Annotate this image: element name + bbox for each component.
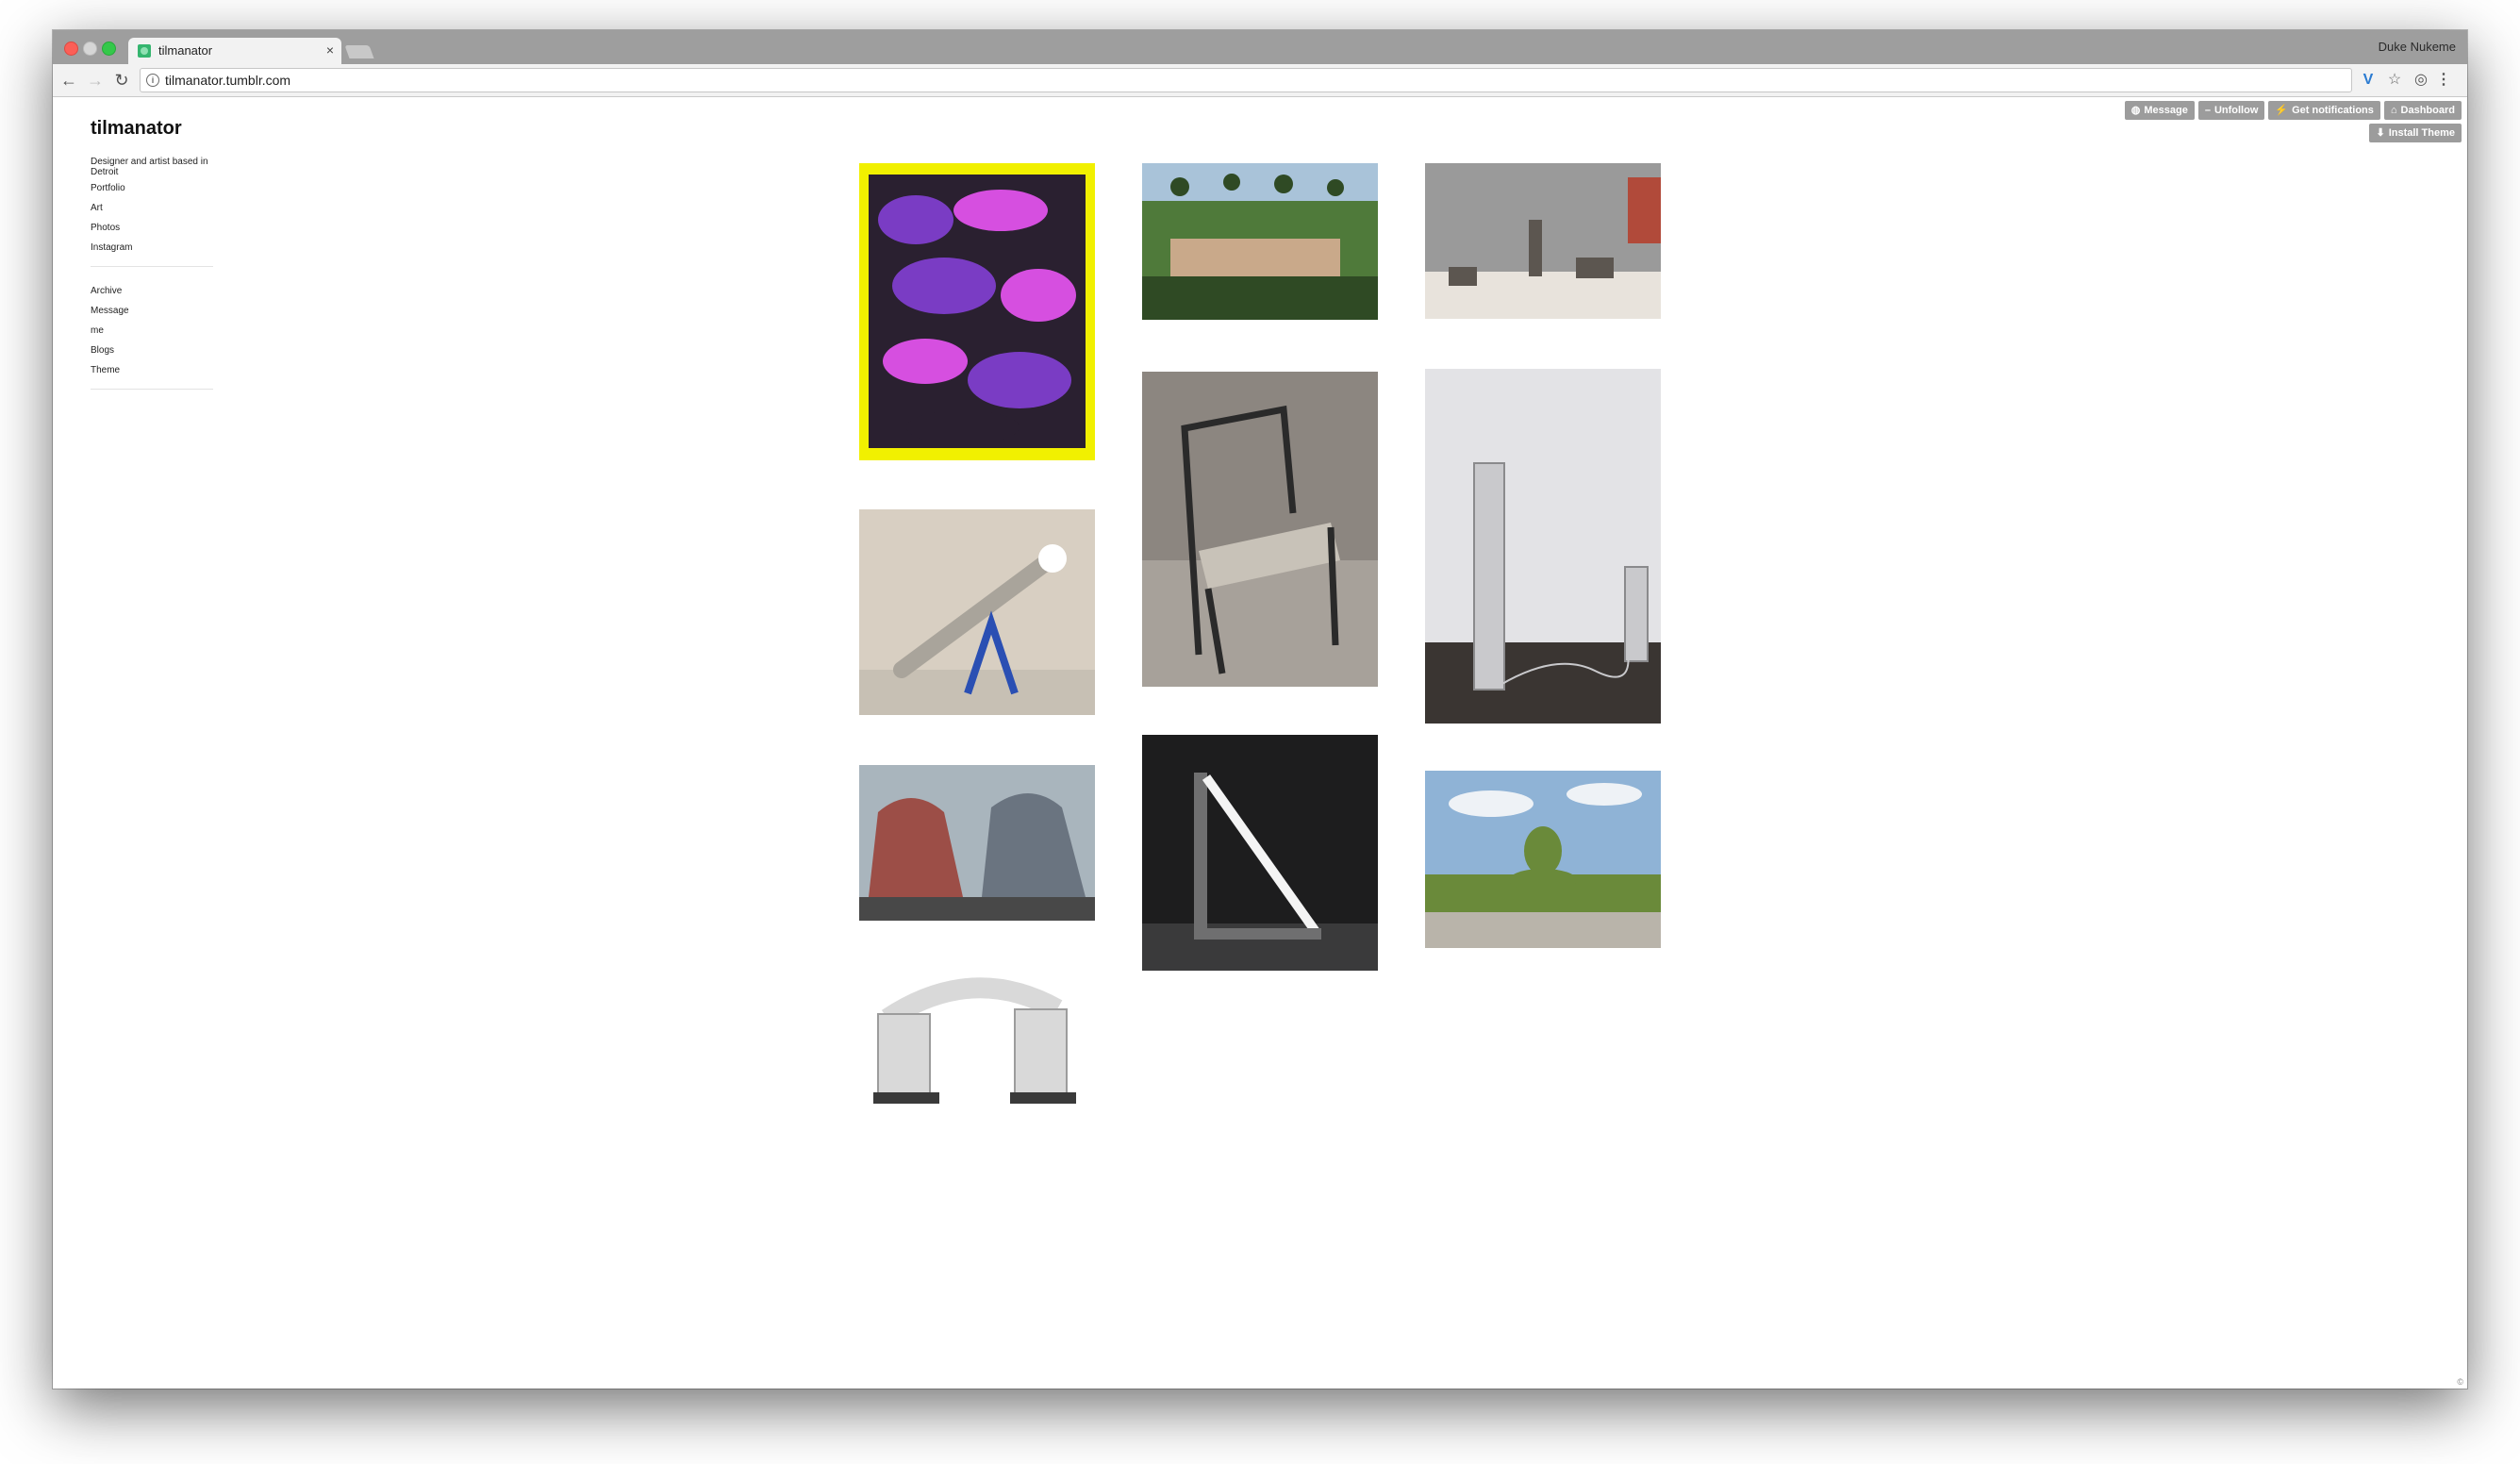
post-topiary-roundabout[interactable] <box>1425 771 1661 948</box>
browser-toolbar: ← → ↻ i tilmanator.tumblr.com V ☆ ◎ ⋮ <box>53 64 2467 97</box>
post-neon-light-sculpture[interactable] <box>1142 735 1378 971</box>
post-tall-aluminum-pillars[interactable] <box>1425 369 1661 724</box>
sidebar-link-blogs[interactable]: Blogs <box>91 345 213 356</box>
forward-arrow-icon[interactable]: → <box>85 70 106 91</box>
page-content: ◍ Message – Unfollow ⚡ Get notifications… <box>53 97 2467 1389</box>
footer-copyright: © <box>2457 1377 2463 1387</box>
sidebar-link-art[interactable]: Art <box>91 203 213 213</box>
sidebar-divider-bottom <box>91 389 213 390</box>
browser-tab-active[interactable]: tilmanator × <box>128 38 341 64</box>
sidebar-divider <box>91 266 213 267</box>
home-icon: ⌂ <box>2390 105 2397 116</box>
bookmark-star-icon[interactable]: ☆ <box>2384 70 2405 91</box>
profile-name[interactable]: Duke Nukeme <box>2379 40 2456 54</box>
tumblr-favicon-icon <box>138 44 151 58</box>
sidebar-link-instagram[interactable]: Instagram <box>91 242 213 253</box>
tumblr-controls: ◍ Message – Unfollow ⚡ Get notifications… <box>2124 101 2462 120</box>
post-abstract-purple-yellow[interactable] <box>859 163 1095 460</box>
download-icon: ⬇ <box>2376 127 2385 139</box>
post-tube-lamp[interactable] <box>859 509 1095 715</box>
install-theme-button[interactable]: ⬇ Install Theme <box>2369 124 2462 142</box>
browser-menu-icon[interactable]: ⋮ <box>2433 70 2454 91</box>
post-patterned-room[interactable] <box>1425 163 1661 319</box>
dashboard-label: Dashboard <box>2400 105 2455 116</box>
blog-title[interactable]: tilmanator <box>91 118 213 140</box>
sidebar: tilmanator Designer and artist based in … <box>91 118 213 408</box>
post-metal-chair[interactable] <box>1142 372 1378 687</box>
sidebar-link-archive[interactable]: Archive <box>91 286 213 296</box>
unfollow-label: Unfollow <box>2213 105 2259 116</box>
new-tab-button[interactable] <box>344 45 374 58</box>
window-minimize-button[interactable] <box>83 42 97 56</box>
tab-strip: tilmanator × Duke Nukeme <box>53 30 2467 64</box>
browser-window: tilmanator × Duke Nukeme ← → ↻ i tilmana… <box>53 30 2467 1389</box>
tab-title: tilmanator <box>158 43 213 58</box>
extension-v-icon[interactable]: V <box>2358 70 2379 91</box>
unfollow-button[interactable]: – Unfollow <box>2197 101 2265 120</box>
back-arrow-icon[interactable]: ← <box>58 70 79 91</box>
get-notifications-button[interactable]: ⚡ Get notifications <box>2268 101 2380 120</box>
dashboard-button[interactable]: ⌂ Dashboard <box>2383 101 2462 120</box>
get-notifications-label: Get notifications <box>2292 105 2374 116</box>
url-text[interactable]: tilmanator.tumblr.com <box>165 73 290 88</box>
extension-ghost-icon[interactable]: ◎ <box>2411 70 2431 91</box>
post-garden-palms[interactable] <box>1142 163 1378 320</box>
tab-close-icon[interactable]: × <box>326 42 334 58</box>
message-label: Message <box>2144 105 2188 116</box>
sidebar-link-theme[interactable]: Theme <box>91 365 213 375</box>
install-theme-label: Install Theme <box>2388 127 2455 139</box>
site-info-icon[interactable]: i <box>146 74 159 87</box>
post-brick-sculptures[interactable] <box>859 765 1095 921</box>
window-maximize-button[interactable] <box>102 42 116 56</box>
lightning-icon: ⚡ <box>2275 105 2289 116</box>
address-bar[interactable]: i tilmanator.tumblr.com <box>140 68 2352 92</box>
minus-icon: – <box>2204 105 2211 116</box>
message-button[interactable]: ◍ Message <box>2124 101 2195 120</box>
message-icon: ◍ <box>2130 105 2141 116</box>
post-brick-arch-drawing[interactable] <box>859 972 1095 1113</box>
reload-icon[interactable]: ↻ <box>111 70 132 91</box>
blog-description: Designer and artist based in Detroit <box>91 157 208 177</box>
sidebar-link-me[interactable]: me <box>91 325 213 336</box>
window-close-button[interactable] <box>64 42 78 56</box>
sidebar-link-message[interactable]: Message <box>91 306 213 316</box>
sidebar-link-photos[interactable]: Photos <box>91 223 213 233</box>
sidebar-link-portfolio[interactable]: Portfolio <box>91 183 213 193</box>
